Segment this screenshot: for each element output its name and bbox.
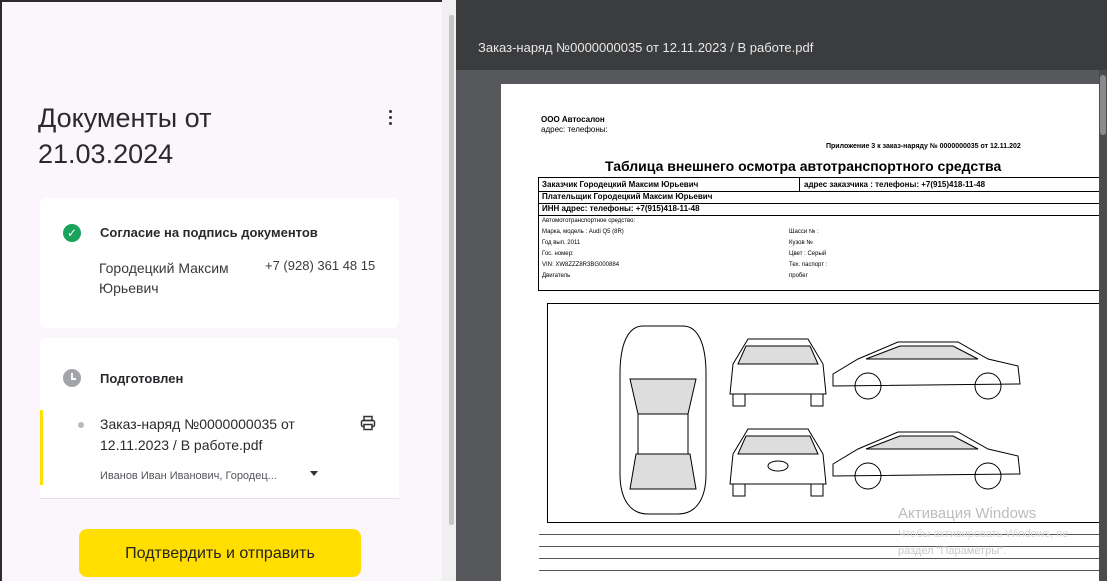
panel-border-left bbox=[0, 0, 2, 581]
pdf-table-title: Таблица внешнего осмотра автотранспортно… bbox=[605, 158, 1002, 174]
pdf-chassis: Шасси № : bbox=[789, 229, 819, 235]
windows-activation-text: Чтобы активировать Windows, пе bbox=[898, 528, 1069, 540]
pdf-viewer-header bbox=[456, 0, 1107, 70]
windows-activation-title: Активация Windows bbox=[898, 505, 1037, 522]
prepared-label: Подготовлен bbox=[100, 371, 184, 386]
document-link[interactable]: Заказ-наряд №0000000035 от 12.11.2023 / … bbox=[100, 414, 340, 456]
pdf-customer: Заказчик Городецкий Максим Юрьевич bbox=[542, 180, 699, 189]
clock-icon bbox=[63, 369, 81, 387]
pdf-company: ООО Автосалон bbox=[541, 115, 605, 124]
pdf-viewer-title: Заказ-наряд №0000000035 от 12.11.2023 / … bbox=[478, 40, 814, 55]
pdf-address: адрес: телефоны: bbox=[541, 125, 608, 134]
windows-activation-text: раздел "Параметры". bbox=[898, 545, 1007, 557]
pdf-color: Цвет : Серый bbox=[789, 251, 827, 257]
pdf-year: Год вып. 2011 bbox=[542, 240, 581, 246]
divider bbox=[40, 498, 399, 499]
pdf-inn: ИНН адрес: телефоны: +7(915)418-11-48 bbox=[542, 204, 700, 213]
pdf-line bbox=[539, 570, 1099, 571]
pdf-plate: Гос. номер: bbox=[542, 251, 574, 257]
pdf-vin: VIN: XW8ZZZ8R3BG000884 bbox=[542, 262, 620, 268]
viewer-scrollbar-track[interactable] bbox=[1099, 70, 1107, 581]
pdf-make-model: Марка, модель : Audi Q5 (8R) bbox=[542, 229, 624, 235]
more-vertical-icon[interactable] bbox=[384, 110, 396, 130]
signer-name: Городецкий Максим Юрьевич bbox=[99, 260, 229, 296]
panel-scrollbar-thumb[interactable] bbox=[449, 15, 454, 525]
confirm-send-button[interactable]: Подтвердить и отправить bbox=[79, 529, 361, 577]
page-title: Документы от 21.03.2024 bbox=[38, 103, 212, 169]
viewer-scrollbar-thumb[interactable] bbox=[1100, 75, 1106, 135]
signer-phone: +7 (928) 361 48 15 bbox=[265, 258, 376, 273]
chevron-down-icon[interactable] bbox=[310, 471, 318, 476]
pdf-appendix: Приложение 3 к заказ-наряду № 0000000035… bbox=[826, 143, 1021, 150]
pdf-mileage: пробег bbox=[789, 273, 808, 279]
table-row: Заказчик Городецкий Максим Юрьевич адрес… bbox=[539, 178, 1099, 192]
pdf-info-table: Заказчик Городецкий Максим Юрьевич адрес… bbox=[538, 177, 1099, 291]
consent-label: Согласие на подпись документов bbox=[100, 225, 318, 240]
table-row: ИНН адрес: телефоны: +7(915)418-11-48 bbox=[539, 203, 1099, 216]
printer-icon[interactable] bbox=[360, 415, 376, 431]
pdf-payer: Плательщик Городецкий Максим Юрьевич bbox=[542, 192, 713, 201]
selected-indicator bbox=[40, 410, 43, 485]
pdf-line bbox=[539, 546, 1099, 547]
bullet-dot-icon bbox=[78, 422, 84, 428]
pdf-line bbox=[539, 558, 1099, 559]
signers-dropdown[interactable]: Иванов Иван Иванович, Городец... bbox=[100, 470, 277, 482]
car-outline-diagram bbox=[619, 325, 1021, 515]
check-circle-icon: ✓ bbox=[63, 224, 81, 242]
pdf-customer-address: адрес заказчика : телефоны: +7(915)418-1… bbox=[804, 180, 986, 189]
pdf-vehicle-header: Автомототранспортное средство: bbox=[542, 218, 636, 224]
pdf-body: Кузов № bbox=[789, 240, 813, 246]
vehicle-diagram bbox=[547, 303, 1099, 523]
pdf-passport: Тех. паспорт : bbox=[789, 262, 828, 268]
pdf-engine: Двигатель bbox=[542, 273, 571, 279]
panel-border-top bbox=[0, 0, 444, 2]
